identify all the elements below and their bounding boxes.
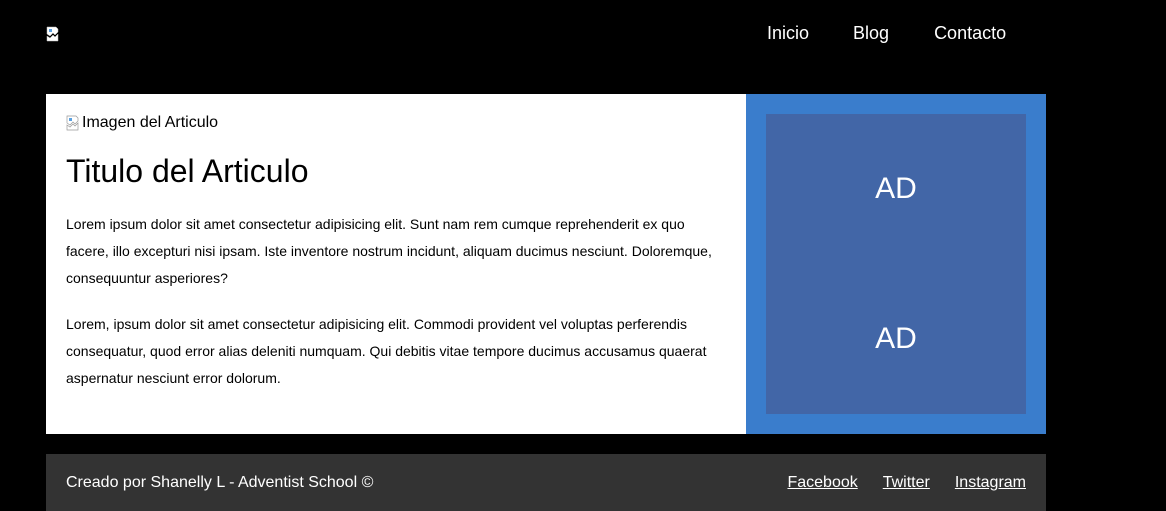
social-links: Facebook Twitter Instagram (787, 473, 1026, 493)
site-footer: Creado por Shanelly L - Adventist School… (46, 454, 1046, 511)
twitter-link[interactable]: Twitter (883, 473, 930, 493)
facebook-link[interactable]: Facebook (787, 473, 857, 493)
article-paragraph: Lorem ipsum dolor sit amet consectetur a… (66, 216, 712, 286)
article-image-alt: Imagen del Articulo (82, 114, 219, 131)
ad-container[interactable]: AD AD (766, 114, 1026, 414)
article: Imagen del Articulo Titulo del Articulo … (46, 94, 746, 434)
ad-label[interactable]: AD (766, 322, 1026, 356)
article-title: Titulo del Articulo (66, 153, 309, 189)
article-paragraph: Lorem, ipsum dolor sit amet consectetur … (66, 316, 707, 386)
sidebar: AD AD (746, 94, 1046, 434)
broken-image-icon (66, 115, 82, 131)
main-nav: Inicio Blog Contacto (767, 22, 1006, 44)
footer-credit: Creado por Shanelly L - Adventist School… (66, 474, 374, 491)
nav-link-inicio[interactable]: Inicio (767, 22, 809, 44)
broken-image-icon (46, 26, 62, 42)
nav-link-contacto[interactable]: Contacto (934, 22, 1006, 44)
nav-link-blog[interactable]: Blog (853, 22, 889, 44)
logo-link[interactable] (46, 26, 62, 42)
ad-label[interactable]: AD (766, 172, 1026, 206)
instagram-link[interactable]: Instagram (955, 473, 1026, 493)
article-image: Imagen del Articulo (66, 114, 726, 132)
site-header: Inicio Blog Contacto (0, 0, 1166, 94)
